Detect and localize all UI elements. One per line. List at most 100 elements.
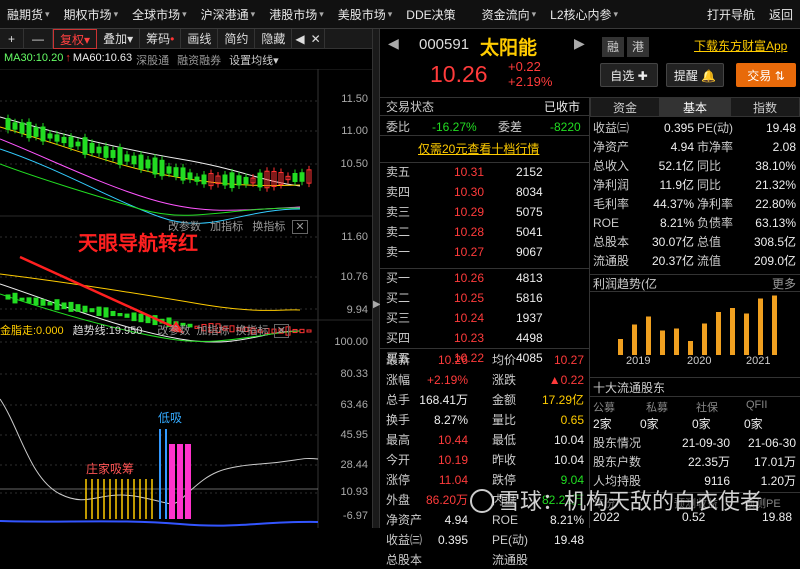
candle-body xyxy=(145,159,151,169)
sub-candle xyxy=(40,299,46,306)
profit-bar xyxy=(716,312,721,355)
candle-body xyxy=(19,122,25,134)
quote-row: 总手 168.41万 金额 17.29亿 xyxy=(386,393,584,407)
quote-row: 最新 10.26 均价 10.27 xyxy=(386,353,584,367)
hide-button[interactable]: 隐藏 xyxy=(255,29,293,49)
order-level: 卖二 10.28 5041 xyxy=(386,225,543,239)
close-icon[interactable]: ✕ xyxy=(273,324,289,338)
last-price: 10.26 xyxy=(430,61,488,87)
draw-line-button[interactable]: 画线 xyxy=(181,29,219,49)
watermark: 雪球：机构天敌的白衣使者 xyxy=(470,484,762,516)
nav-item[interactable]: 资金流向 xyxy=(475,6,544,23)
order-level: 卖五 10.31 2152 xyxy=(386,165,543,179)
nav-item[interactable]: 融期货 xyxy=(0,6,57,23)
profit-header: 利润趋势(亿 更多 xyxy=(590,274,800,292)
candle-body xyxy=(82,137,88,155)
alert-button[interactable]: 提醒 🔔 xyxy=(666,63,724,87)
candle-body xyxy=(89,142,95,154)
sub-candle xyxy=(103,307,109,318)
nav-item[interactable]: 期权市场 xyxy=(57,6,126,23)
zoom-in-button[interactable]: + xyxy=(0,29,25,49)
back-button[interactable]: 返回 xyxy=(762,6,800,23)
bid-list: 买一 10.26 4813 买二 10.25 5816 买三 10.24 1937 买四 10.23… xyxy=(380,268,590,365)
prev-stock-icon[interactable]: ◀ xyxy=(388,35,399,52)
profit-bar xyxy=(730,308,735,355)
download-app-link[interactable]: 下载东方财富App xyxy=(694,37,787,54)
edit-params-link[interactable]: 改参数 xyxy=(157,325,190,337)
nav-item[interactable]: L2核心内参 xyxy=(543,6,625,23)
zoom-out-button[interactable]: — xyxy=(24,29,54,49)
nav-item[interactable]: 美股市场 xyxy=(331,6,400,23)
switch-indicator-link[interactable]: 换指标 xyxy=(252,221,285,233)
trade-button[interactable]: 交易 ⇅ xyxy=(736,63,796,87)
holders-counts: 2家 0家 0家 0家 xyxy=(593,417,763,431)
axis-tick: 45.95 xyxy=(340,429,368,441)
sub-candle xyxy=(33,297,39,306)
switch-indicator-link[interactable]: 换指标 xyxy=(236,325,269,337)
tab-basic[interactable]: 基本 xyxy=(660,97,730,117)
ask-list: 卖五 10.31 2152 卖四 10.30 8034 卖三 10.29 5075 卖二 10.28… xyxy=(380,162,590,259)
profit-years: 2019 2020 2021 xyxy=(590,355,800,371)
profit-more-link[interactable]: 更多 xyxy=(772,275,796,293)
fundamental-row: 总收入 52.1亿 同比 38.10% xyxy=(593,159,796,173)
nav-item[interactable]: DDE决策 xyxy=(399,6,462,23)
shengutong-link[interactable]: 深股通 xyxy=(136,52,169,68)
sub-candle xyxy=(5,294,11,300)
candle-body xyxy=(292,172,298,183)
sub-candle xyxy=(68,301,74,312)
tab-capital[interactable]: 资金 xyxy=(590,97,660,117)
hk-connect-badge: 港 xyxy=(627,37,649,57)
splitter[interactable]: ▶ xyxy=(372,29,381,528)
ma30-value: MA30:10.20 xyxy=(4,52,64,64)
fuquan-button[interactable]: 复权▾ xyxy=(53,29,98,49)
order-level: 卖三 10.29 5075 xyxy=(386,205,543,219)
stock-name: 太阳能 xyxy=(480,38,538,59)
candle-body xyxy=(152,157,158,175)
xueqiu-logo-icon xyxy=(470,489,494,513)
candle-body xyxy=(75,141,81,147)
profit-bar xyxy=(646,316,651,355)
nav-item[interactable]: 沪深港通 xyxy=(194,6,263,23)
annotation-text: 天眼导航转红 xyxy=(78,233,198,255)
profit-bar xyxy=(632,324,637,355)
next-stock-icon[interactable]: ▶ xyxy=(574,35,585,52)
nav-item[interactable]: 全球市场 xyxy=(125,6,194,23)
fundamental-row: 毛利率 44.37% 净利率 22.80% xyxy=(593,197,796,211)
profit-bar xyxy=(772,295,777,355)
close-icon[interactable]: ✕ xyxy=(308,29,325,49)
candle-body xyxy=(131,155,137,165)
open-nav-button[interactable]: 打开导航 xyxy=(700,6,762,23)
tab-index[interactable]: 指数 xyxy=(730,97,800,117)
low-buy-bar xyxy=(169,444,175,519)
candle-body xyxy=(12,122,18,130)
candle-body xyxy=(257,172,263,188)
simple-button[interactable]: 简约 xyxy=(218,29,256,49)
add-indicator-link[interactable]: 加指标 xyxy=(197,325,230,337)
year-label: 2020 xyxy=(687,355,712,367)
order-level: 买三 10.24 1937 xyxy=(386,311,543,325)
ma-setting-button[interactable]: 设置均线▾ xyxy=(229,52,279,68)
margin-link[interactable]: 融资融券 xyxy=(177,52,221,68)
nav-item[interactable]: 港股市场 xyxy=(262,6,331,23)
chips-button[interactable]: 筹码• xyxy=(140,29,182,49)
overlay-button[interactable]: 叠加▾ xyxy=(97,29,141,49)
axis-tick: 11.60 xyxy=(341,231,368,243)
accumulation-label: 庄家吸筹 xyxy=(86,462,135,476)
low-buy-label: 低吸 xyxy=(158,411,183,425)
candle-body xyxy=(194,176,200,182)
prev-icon[interactable]: ◀ xyxy=(292,29,307,49)
holders-cols: 公募 私募 社保 QFII xyxy=(593,399,768,414)
candle-body xyxy=(166,166,172,174)
ten-level-promo-link[interactable]: 仅需20元查看十档行情 xyxy=(418,140,539,158)
add-indicator-link[interactable]: 加指标 xyxy=(210,221,243,233)
profit-bar xyxy=(702,323,707,355)
profit-bar xyxy=(744,313,749,355)
candle-body xyxy=(110,150,116,158)
profit-bar xyxy=(674,328,679,355)
add-watchlist-button[interactable]: 自选 ✚ xyxy=(600,63,658,87)
trend-value: 趋势线:19.950 xyxy=(72,325,143,337)
close-icon[interactable]: ✕ xyxy=(292,220,308,234)
chart-toolbar: + — 复权▾ 叠加▾ 筹码• 画线 简约 隐藏 ◀ ✕ xyxy=(0,29,372,49)
quote-row: 涨幅 +2.19% 涨跌 ▲0.22 xyxy=(386,373,584,387)
candle-body xyxy=(96,146,102,154)
